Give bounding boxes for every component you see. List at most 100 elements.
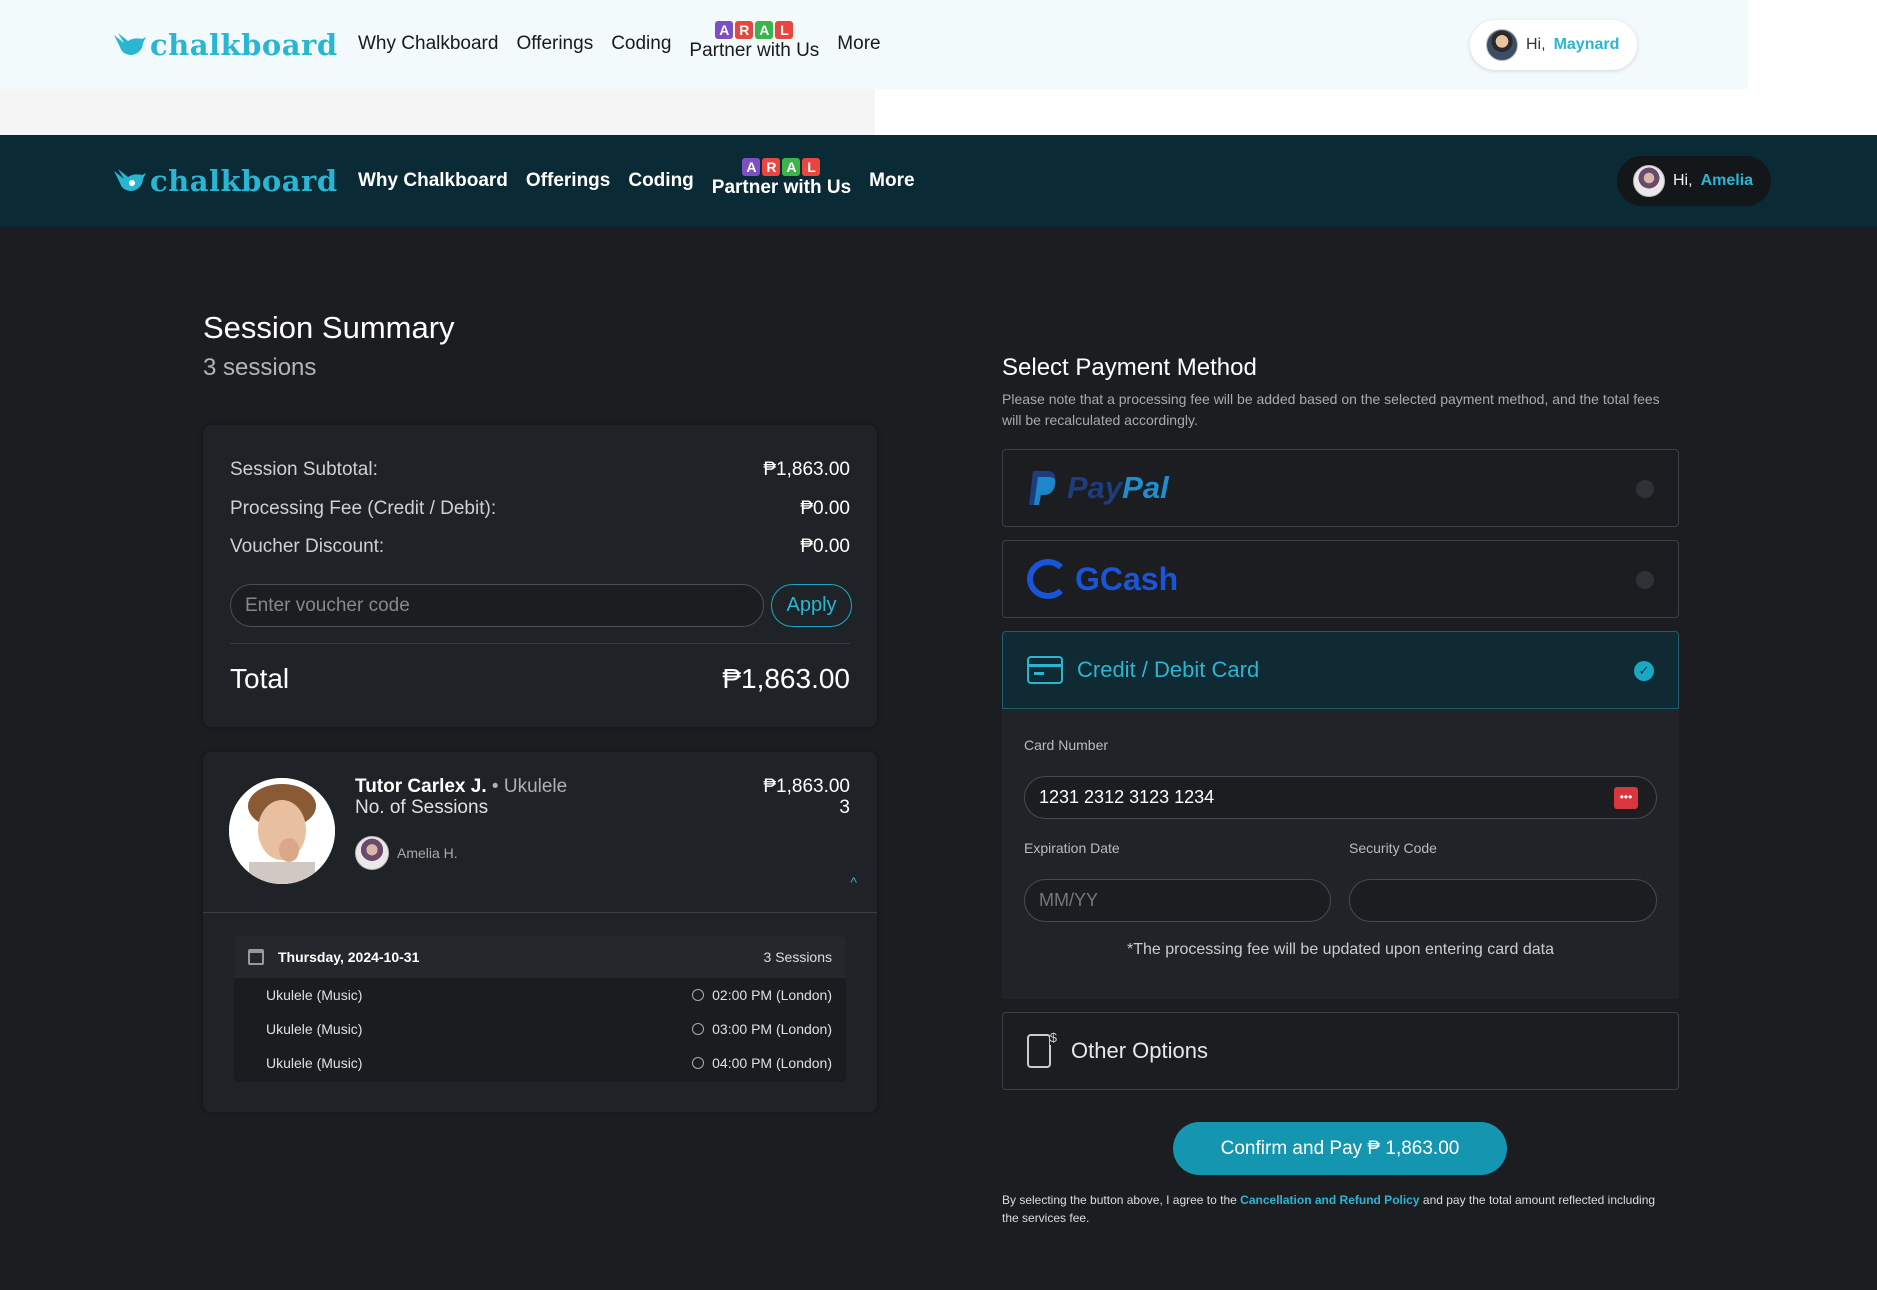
slot-time: 02:00 PM (London) bbox=[712, 987, 832, 1003]
payment-note: Please note that a processing fee will b… bbox=[1002, 391, 1660, 428]
subtotal-value: ₱1,863.00 bbox=[763, 459, 850, 480]
list-item: Ukulele (Music) 02:00 PM (London) bbox=[234, 978, 846, 1012]
page-title: Session Summary bbox=[203, 310, 455, 345]
user-name: Amelia bbox=[1700, 172, 1754, 189]
card-number-value: 1231 2312 3123 1234 bbox=[1039, 787, 1215, 807]
paypal-option[interactable]: PayPal bbox=[1002, 449, 1679, 527]
agreement-text: By selecting the button above, I agree t… bbox=[1002, 1191, 1672, 1227]
voucher-label: Voucher Discount: bbox=[230, 536, 385, 557]
card-brand-icon: ••• bbox=[1614, 787, 1638, 809]
tutor-photo bbox=[229, 778, 335, 884]
paypal-logo: PayPal bbox=[1027, 469, 1169, 507]
expiry-input[interactable]: MM/YY bbox=[1024, 879, 1331, 922]
learner-name: Amelia H. bbox=[397, 845, 458, 861]
tutor-subject: Ukulele bbox=[503, 776, 568, 797]
chalkboard-logo[interactable]: chalkboard bbox=[112, 164, 338, 198]
nav-partner[interactable]: A R A L Partner with Us bbox=[689, 21, 819, 62]
tutor-name: Tutor Carlex J. • Ukulele bbox=[355, 776, 567, 798]
divider bbox=[230, 643, 850, 644]
nav-why-chalkboard[interactable]: Why Chalkboard bbox=[358, 170, 508, 192]
slot-name: Ukulele (Music) bbox=[266, 1021, 363, 1037]
cvc-input[interactable] bbox=[1349, 879, 1657, 922]
avatar bbox=[1486, 28, 1518, 61]
clock-icon bbox=[692, 1057, 705, 1069]
confirm-pay-button[interactable]: Confirm and Pay ₱ 1,863.00 bbox=[1173, 1122, 1507, 1175]
card-form: Card Number 1231 2312 3123 1234 ••• Expi… bbox=[1002, 709, 1679, 999]
expiry-label: Expiration Date bbox=[1024, 840, 1120, 856]
card-number-input[interactable]: 1231 2312 3123 1234 ••• bbox=[1024, 776, 1657, 819]
blank-area bbox=[1748, 0, 1877, 89]
total-label: Total bbox=[230, 663, 290, 694]
card-option-label: Credit / Debit Card bbox=[1077, 657, 1260, 682]
payment-title: Select Payment Method bbox=[1002, 354, 1257, 381]
card-option[interactable]: Credit / Debit Card ✓ bbox=[1002, 631, 1679, 709]
voucher-row: Voucher Discount: ₱0.00 bbox=[230, 536, 850, 558]
session-count: 3 sessions bbox=[203, 354, 317, 381]
slot-time-wrap: 03:00 PM (London) bbox=[692, 1021, 832, 1037]
slot-time-wrap: 04:00 PM (London) bbox=[692, 1055, 832, 1071]
apply-button[interactable]: Apply bbox=[771, 584, 852, 627]
voucher-value: ₱0.00 bbox=[800, 536, 850, 557]
user-name: Maynard bbox=[1553, 35, 1620, 53]
paypal-radio[interactable] bbox=[1636, 480, 1654, 498]
sessions-label: No. of Sessions bbox=[355, 797, 489, 818]
gcash-radio[interactable] bbox=[1636, 571, 1654, 589]
list-item: Ukulele (Music) 03:00 PM (London) bbox=[234, 1012, 846, 1046]
day-header: Thursday, 2024-10-31 3 Sessions bbox=[234, 936, 846, 978]
chevron-up-icon[interactable]: ^ bbox=[850, 874, 857, 890]
slot-name: Ukulele (Music) bbox=[266, 987, 363, 1003]
main-nav: Why Chalkboard Offerings Coding A R A L … bbox=[358, 21, 881, 62]
voucher-input[interactable]: Enter voucher code bbox=[230, 584, 764, 627]
nav-coding[interactable]: Coding bbox=[611, 33, 671, 55]
subtotal-label: Session Subtotal: bbox=[230, 459, 378, 480]
bird-logo-icon bbox=[114, 32, 146, 55]
gcash-icon bbox=[1027, 559, 1069, 599]
nav-more[interactable]: More bbox=[869, 170, 914, 192]
total-row: Total ₱1,863.00 bbox=[230, 663, 850, 695]
learner: Amelia H. bbox=[355, 836, 458, 870]
fee-label: Processing Fee (Credit / Debit): bbox=[230, 498, 497, 519]
list-item: Ukulele (Music) 04:00 PM (London) bbox=[234, 1046, 846, 1080]
user-greeting: Hi, bbox=[1526, 35, 1546, 53]
top-navbar: chalkboard Why Chalkboard Offerings Codi… bbox=[0, 0, 1748, 89]
phone-dollar-icon bbox=[1027, 1030, 1057, 1068]
subtotal-row: Session Subtotal: ₱1,863.00 bbox=[230, 459, 850, 481]
nav-partner-label: Partner with Us bbox=[711, 176, 852, 198]
separator-dot: • bbox=[491, 776, 499, 797]
paypal-pay: Pay bbox=[1067, 470, 1123, 505]
nav-more[interactable]: More bbox=[837, 33, 880, 55]
cvc-label: Security Code bbox=[1349, 840, 1437, 856]
logo-text: chalkboard bbox=[150, 164, 338, 198]
chalkboard-logo[interactable]: chalkboard bbox=[112, 28, 338, 62]
avatar bbox=[355, 836, 389, 870]
nav-partner[interactable]: A R A L Partner with Us bbox=[711, 157, 852, 199]
fee-note: *The processing fee will be updated upon… bbox=[1127, 941, 1554, 958]
paypal-icon bbox=[1029, 471, 1056, 505]
other-options[interactable]: Other Options bbox=[1002, 1012, 1679, 1090]
card-number-label: Card Number bbox=[1024, 737, 1109, 753]
refund-policy-link[interactable]: Cancellation and Refund Policy bbox=[1240, 1193, 1419, 1207]
slot-time-wrap: 02:00 PM (London) bbox=[692, 987, 832, 1003]
tutor-session-count: 3 bbox=[839, 797, 850, 818]
divider bbox=[203, 912, 877, 913]
nav-offerings[interactable]: Offerings bbox=[526, 170, 610, 192]
total-value: ₱1,863.00 bbox=[722, 663, 850, 694]
gcash-option[interactable]: GCash bbox=[1002, 540, 1679, 618]
checkmark-icon[interactable]: ✓ bbox=[1634, 661, 1654, 681]
user-menu[interactable]: Hi, Amelia bbox=[1617, 156, 1772, 206]
nav-why-chalkboard[interactable]: Why Chalkboard bbox=[358, 33, 498, 55]
nav-offerings[interactable]: Offerings bbox=[516, 33, 593, 55]
gcash-label: GCash bbox=[1075, 560, 1179, 597]
tutor-price: ₱1,863.00 bbox=[763, 776, 850, 797]
tutor-card: Tutor Carlex J. • Ukulele No. of Session… bbox=[203, 752, 877, 1112]
user-menu[interactable]: Hi, Maynard bbox=[1470, 19, 1638, 70]
fee-value: ₱0.00 bbox=[800, 498, 850, 519]
nav-coding[interactable]: Coding bbox=[628, 170, 693, 192]
credit-card-icon bbox=[1027, 656, 1063, 684]
blank-area bbox=[0, 89, 875, 135]
day-schedule: Thursday, 2024-10-31 3 Sessions Ukulele … bbox=[234, 936, 846, 1082]
tutor-portrait-icon bbox=[229, 778, 335, 884]
bird-logo-icon bbox=[114, 169, 146, 191]
day-session-count: 3 Sessions bbox=[763, 949, 832, 965]
paypal-pal: Pal bbox=[1122, 470, 1169, 505]
